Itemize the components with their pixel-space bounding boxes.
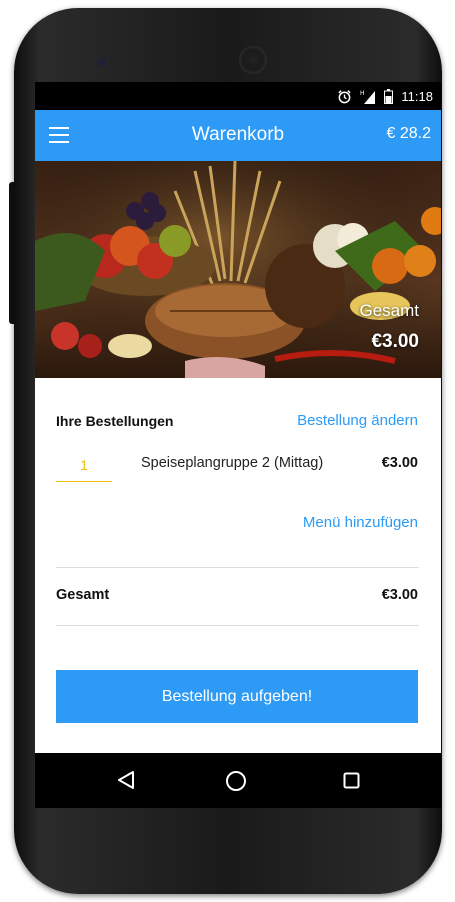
hero-total-amount: €3.00 bbox=[371, 331, 419, 352]
status-bar: H 11:18 bbox=[35, 82, 441, 110]
item-name: Speiseplangruppe 2 (Mittag) bbox=[141, 455, 324, 471]
signal-icon: H bbox=[360, 90, 376, 104]
item-price: €3.00 bbox=[381, 455, 418, 471]
app-bar: Warenkorb € 28.2 bbox=[35, 110, 441, 161]
phone-screen: H 11:18 Warenkorb € 28.2 Gesamt €3.00 Ih… bbox=[35, 82, 441, 808]
back-triangle-icon[interactable] bbox=[116, 770, 136, 790]
hero-food-image: Gesamt €3.00 bbox=[35, 161, 441, 378]
add-menu-link[interactable]: Menü hinzufügen bbox=[303, 514, 418, 531]
cart-total-amount: € 28.2 bbox=[386, 125, 431, 142]
svg-text:H: H bbox=[360, 90, 365, 97]
android-nav-bar bbox=[35, 753, 441, 808]
divider bbox=[56, 567, 419, 568]
quantity-input[interactable]: 1 bbox=[56, 455, 112, 482]
front-sensor bbox=[98, 58, 106, 66]
total-label: Gesamt bbox=[56, 587, 110, 603]
orders-heading: Ihre Bestellungen bbox=[56, 413, 174, 429]
alarm-clock-icon bbox=[338, 89, 352, 103]
place-order-button[interactable]: Bestellung aufgeben! bbox=[56, 670, 418, 723]
page-title: Warenkorb bbox=[191, 124, 285, 145]
hero-total-label: Gesamt bbox=[359, 301, 419, 320]
order-summary: Ihre Bestellungen Bestellung ändern 1 Sp… bbox=[35, 378, 441, 753]
status-time: 11:18 bbox=[401, 88, 433, 104]
total-value: €3.00 bbox=[381, 587, 418, 603]
battery-icon bbox=[384, 88, 394, 104]
front-camera bbox=[239, 46, 267, 74]
recents-square-icon[interactable] bbox=[343, 772, 360, 789]
divider bbox=[56, 625, 419, 626]
home-circle-icon[interactable] bbox=[225, 770, 247, 792]
edit-order-link[interactable]: Bestellung ändern bbox=[297, 412, 418, 429]
